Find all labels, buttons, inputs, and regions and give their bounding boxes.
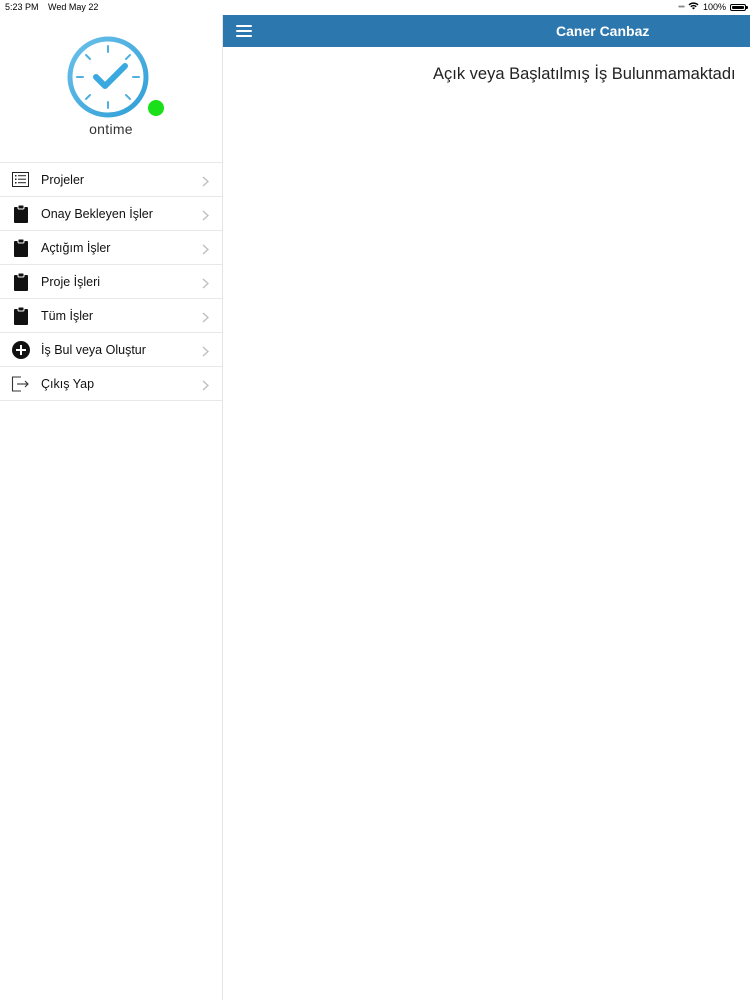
chevron-right-icon: [200, 242, 211, 255]
chevron-right-icon: [200, 208, 211, 221]
sidebar-item-projeler[interactable]: Projeler: [0, 163, 222, 197]
chevron-right-icon: [200, 344, 211, 357]
sidebar-item-label: Proje İşleri: [41, 274, 101, 289]
empty-state-message: Açık veya Başlatılmış İş Bulunmamaktadı: [433, 65, 736, 83]
status-bar: 5:23 PM Wed May 22 •••• 100%: [0, 0, 750, 15]
sidebar-item-label: Çıkış Yap: [41, 376, 95, 391]
sidebar-item-is-bul-veya-olustur[interactable]: İş Bul veya Oluştur: [0, 333, 222, 367]
status-date: Wed May 22: [48, 2, 99, 12]
sidebar-item-tum-isler[interactable]: Tüm İşler: [0, 299, 222, 333]
sidebar-item-label: İş Bul veya Oluştur: [41, 342, 146, 357]
sidebar-item-label: Tüm İşler: [41, 308, 94, 323]
list-icon: [11, 170, 30, 189]
battery-icon: [730, 4, 748, 11]
hamburger-icon[interactable]: [236, 25, 252, 37]
clipboard-icon: [11, 306, 30, 325]
clipboard-icon: [11, 272, 30, 291]
chevron-right-icon: [200, 378, 211, 391]
sidebar-item-label: Onay Bekleyen İşler: [41, 206, 153, 221]
sidebar-item-label: Projeler: [41, 172, 85, 187]
status-time: 5:23 PM: [5, 2, 39, 12]
battery-fill: [732, 6, 744, 9]
clipboard-icon: [11, 238, 30, 257]
sidebar-item-actigim-isler[interactable]: Açtığım İşler: [0, 231, 222, 265]
chevron-right-icon: [200, 310, 211, 323]
chevron-right-icon: [200, 276, 211, 289]
header-title: Caner Canbaz: [556, 23, 650, 39]
sidebar: ontime Projeler Onay Bekleyen İşler Açtı…: [0, 15, 223, 1000]
logo-text: ontime: [89, 121, 133, 137]
status-indicators: •••• 100%: [678, 0, 748, 15]
logout-icon: [11, 374, 30, 393]
sidebar-item-label: Açtığım İşler: [41, 240, 111, 255]
battery-percent: 100%: [702, 2, 726, 12]
wifi-icon: [688, 0, 699, 15]
sidebar-item-proje-isleri[interactable]: Proje İşleri: [0, 265, 222, 299]
sidebar-menu: Projeler Onay Bekleyen İşler Açtığım İşl…: [0, 162, 222, 401]
clipboard-icon: [11, 204, 30, 223]
signal-icon: ••••: [678, 4, 685, 11]
sidebar-item-onay-bekleyen-isler[interactable]: Onay Bekleyen İşler: [0, 197, 222, 231]
main-content: [223, 47, 750, 1000]
chevron-right-icon: [200, 174, 211, 187]
app-header: Caner Canbaz: [223, 15, 750, 47]
sidebar-item-cikis-yap[interactable]: Çıkış Yap: [0, 367, 222, 401]
plus-circle-icon: [11, 340, 30, 359]
